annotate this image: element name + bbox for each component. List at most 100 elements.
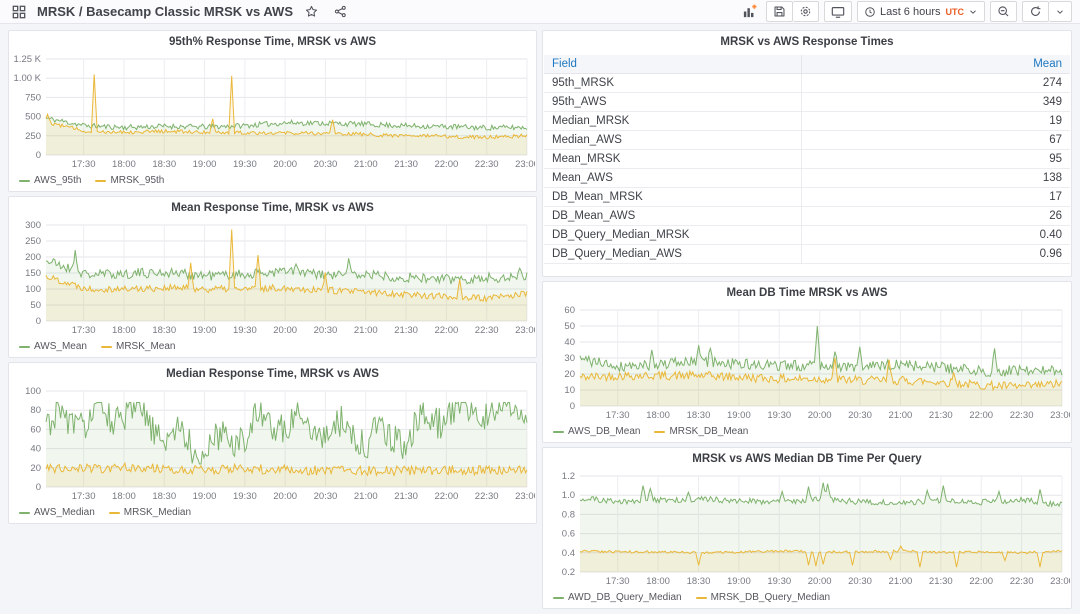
svg-text:50: 50	[30, 300, 41, 311]
legend-swatch	[19, 512, 30, 514]
svg-text:17:30: 17:30	[72, 325, 96, 336]
legend-item-MRSK_Median[interactable]: MRSK_Median	[109, 507, 191, 518]
svg-text:30: 30	[564, 353, 575, 364]
save-dashboard-button[interactable]	[766, 1, 793, 22]
legend-item-MRSK_95th[interactable]: MRSK_95th	[95, 175, 164, 186]
panel-title[interactable]: MRSK vs AWS Response Times	[543, 31, 1071, 53]
svg-text:0.6: 0.6	[562, 529, 575, 540]
svg-text:18:30: 18:30	[152, 491, 176, 502]
svg-text:18:00: 18:00	[646, 576, 670, 587]
dashboard-settings-button[interactable]	[793, 1, 819, 22]
svg-text:22:30: 22:30	[475, 159, 499, 170]
svg-text:17:30: 17:30	[606, 576, 630, 587]
legend-item-MRSK_DB_Query_Median[interactable]: MRSK_DB_Query_Median	[696, 592, 831, 603]
svg-text:19:30: 19:30	[233, 491, 257, 502]
table-row: DB_Query_Median_MRSK0.40	[544, 226, 1070, 245]
add-panel-icon[interactable]	[739, 2, 761, 22]
column-header-field[interactable]: Field	[544, 55, 802, 73]
svg-text:21:00: 21:00	[889, 410, 913, 421]
legend-item-MRSK_DB_Mean[interactable]: MRSK_DB_Mean	[654, 426, 748, 437]
legend-label: MRSK_Mean	[116, 341, 175, 352]
graph-median-response-time[interactable]: 02040608010017:3018:0018:3019:0019:3020:…	[10, 385, 535, 503]
legend: AWS_95th MRSK_95th	[19, 173, 164, 188]
panel-title[interactable]: 95th% Response Time, MRSK vs AWS	[9, 31, 536, 53]
field-cell: 95th_AWS	[544, 93, 802, 111]
share-icon[interactable]	[329, 2, 351, 22]
response-times-table: FieldMean95th_MRSK27495th_AWS349Median_M…	[544, 55, 1070, 264]
svg-text:300: 300	[25, 220, 41, 231]
mean-cell: 19	[802, 112, 1070, 130]
svg-text:60: 60	[564, 305, 575, 316]
column-header-mean[interactable]: Mean	[802, 55, 1070, 73]
legend-label: AWS_Median	[34, 507, 95, 518]
svg-text:20:30: 20:30	[314, 159, 338, 170]
svg-text:21:00: 21:00	[354, 491, 378, 502]
svg-text:19:00: 19:00	[193, 491, 217, 502]
legend-item-MRSK_Mean[interactable]: MRSK_Mean	[101, 341, 175, 352]
legend-item-AWS_Median[interactable]: AWS_Median	[19, 507, 95, 518]
svg-text:18:30: 18:30	[152, 159, 176, 170]
legend: AWS_Mean MRSK_Mean	[19, 339, 175, 354]
svg-text:22:30: 22:30	[475, 325, 499, 336]
svg-text:21:00: 21:00	[889, 576, 913, 587]
mean-cell: 67	[802, 131, 1070, 149]
svg-text:17:30: 17:30	[72, 491, 96, 502]
tv-cycle-view-button[interactable]	[824, 1, 852, 22]
legend-item-AWS_DB_Mean[interactable]: AWS_DB_Mean	[553, 426, 640, 437]
svg-text:0: 0	[36, 482, 41, 493]
graph-mean-db-time[interactable]: 010203040506017:3018:0018:3019:0019:3020…	[544, 304, 1070, 422]
svg-text:23:00: 23:00	[1050, 410, 1070, 421]
svg-text:22:00: 22:00	[434, 325, 458, 336]
graph-mean-response-time[interactable]: 05010015020025030017:3018:0018:3019:0019…	[10, 219, 535, 337]
legend-swatch	[19, 346, 30, 348]
panel-median-response-time: Median Response Time, MRSK vs AWS 020406…	[8, 362, 537, 524]
field-cell: 95th_MRSK	[544, 74, 802, 92]
svg-text:22:00: 22:00	[434, 159, 458, 170]
panel-title[interactable]: MRSK vs AWS Median DB Time Per Query	[543, 448, 1071, 470]
mean-cell: 26	[802, 207, 1070, 225]
svg-text:40: 40	[30, 444, 41, 455]
refresh-interval-dropdown[interactable]	[1049, 1, 1072, 22]
panel-title[interactable]: Mean Response Time, MRSK vs AWS	[9, 197, 536, 219]
time-range-label: Last 6 hours	[880, 6, 941, 18]
dashboards-grid-icon[interactable]	[8, 2, 30, 22]
time-range-picker[interactable]: Last 6 hours UTC	[857, 1, 985, 22]
graph-median-db-time-per-query[interactable]: 0.20.40.60.81.01.217:3018:0018:3019:0019…	[544, 470, 1070, 588]
svg-text:80: 80	[30, 405, 41, 416]
mean-cell: 95	[802, 150, 1070, 168]
svg-text:21:30: 21:30	[929, 410, 953, 421]
svg-text:750: 750	[25, 92, 41, 103]
star-icon[interactable]	[300, 2, 322, 22]
table-row: Mean_AWS138	[544, 169, 1070, 188]
graph-95th-response-time[interactable]: 02505007501.00 K1.25 K17:3018:0018:3019:…	[10, 53, 535, 171]
svg-text:18:00: 18:00	[646, 410, 670, 421]
legend-swatch	[696, 597, 707, 599]
svg-text:20:30: 20:30	[314, 325, 338, 336]
svg-text:20:00: 20:00	[273, 159, 297, 170]
legend-label: AWS_Mean	[34, 341, 87, 352]
svg-text:20: 20	[564, 369, 575, 380]
zoom-out-time-button[interactable]	[990, 1, 1017, 22]
legend-item-AWS_Mean[interactable]: AWS_Mean	[19, 341, 87, 352]
svg-text:21:00: 21:00	[354, 159, 378, 170]
mean-cell: 138	[802, 169, 1070, 187]
svg-text:0: 0	[570, 401, 575, 412]
svg-text:20: 20	[30, 463, 41, 474]
svg-text:500: 500	[25, 112, 41, 123]
svg-text:20:00: 20:00	[808, 576, 832, 587]
svg-text:20:30: 20:30	[848, 410, 872, 421]
mean-cell: 17	[802, 188, 1070, 206]
svg-text:18:00: 18:00	[112, 491, 136, 502]
svg-text:21:00: 21:00	[354, 325, 378, 336]
legend-swatch	[101, 346, 112, 348]
refresh-button[interactable]	[1022, 1, 1049, 22]
legend-item-AWS_95th[interactable]: AWS_95th	[19, 175, 81, 186]
legend-item-AWD_DB_Query_Median[interactable]: AWD_DB_Query_Median	[553, 592, 682, 603]
timezone-label: UTC	[946, 7, 965, 17]
svg-text:40: 40	[564, 337, 575, 348]
panel-title[interactable]: Mean DB Time MRSK vs AWS	[543, 282, 1071, 304]
panel-title[interactable]: Median Response Time, MRSK vs AWS	[9, 363, 536, 385]
dashboard-title[interactable]: MRSK / Basecamp Classic MRSK vs AWS	[37, 4, 293, 19]
svg-text:22:30: 22:30	[475, 491, 499, 502]
field-cell: Median_MRSK	[544, 112, 802, 130]
